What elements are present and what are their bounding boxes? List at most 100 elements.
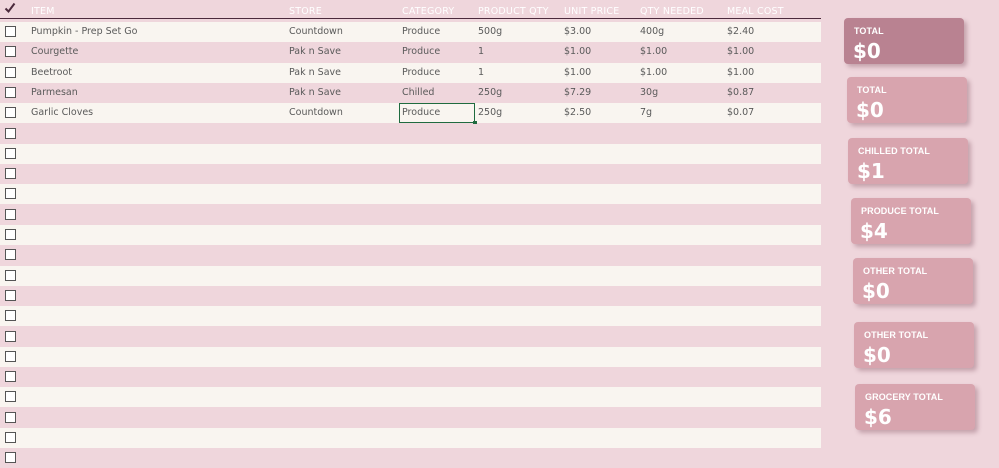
checkbox-icon[interactable] xyxy=(5,26,16,37)
summary-card-value: $0 xyxy=(863,343,891,367)
cell-item[interactable]: Beetroot xyxy=(31,67,72,78)
cell-qty-needed[interactable]: $1.00 xyxy=(640,67,667,78)
checkbox-icon[interactable] xyxy=(5,289,16,301)
summary-card: TOTAL $0 xyxy=(847,77,967,123)
column-header-meal-cost[interactable]: MEAL COST xyxy=(727,6,784,17)
cell-product-qty[interactable]: 250g xyxy=(478,87,502,98)
checkbox-icon[interactable] xyxy=(5,310,16,322)
cell-product-qty[interactable]: 1 xyxy=(478,67,484,78)
cell-unit-price[interactable]: $3.00 xyxy=(564,26,591,37)
summary-card-value: $4 xyxy=(860,219,888,243)
table-row xyxy=(0,245,821,266)
cell-unit-price[interactable]: $7.29 xyxy=(564,87,591,98)
cell-item[interactable]: Parmesan xyxy=(31,87,78,98)
table-row: Pumpkin - Prep Set Go Countdown Produce 500… xyxy=(0,22,821,42)
checkbox-icon[interactable] xyxy=(5,391,16,403)
checkbox-icon[interactable] xyxy=(5,66,16,78)
cell-item[interactable]: Courgette xyxy=(31,46,78,57)
checkbox-icon[interactable] xyxy=(5,147,16,159)
summary-card-label: CHILLED TOTAL xyxy=(858,146,930,156)
summary-card: OTHER TOTAL $0 xyxy=(854,322,974,368)
table-row xyxy=(0,387,821,408)
cell-meal-cost[interactable]: $0.87 xyxy=(727,87,754,98)
table-row xyxy=(0,225,821,245)
cell-qty-needed[interactable]: 30g xyxy=(640,87,658,98)
summary-card: TOTAL $0 xyxy=(844,18,964,64)
cell-item[interactable]: Pumpkin - Prep Set Go xyxy=(31,26,137,37)
cell-meal-cost[interactable]: $1.00 xyxy=(727,46,754,57)
column-header-item[interactable]: ITEM xyxy=(31,6,55,17)
summary-card-label: OTHER TOTAL xyxy=(864,330,929,340)
table-row xyxy=(0,428,821,448)
cell-category[interactable]: Produce xyxy=(402,26,440,37)
checkbox-icon[interactable] xyxy=(5,168,16,180)
table-row xyxy=(0,204,821,225)
table-row xyxy=(0,448,821,468)
checkbox-icon[interactable] xyxy=(5,411,16,423)
summary-card-value: $0 xyxy=(853,39,881,63)
cell-category[interactable]: Chilled xyxy=(402,87,434,98)
checkbox-icon[interactable] xyxy=(5,229,16,240)
column-header-category[interactable]: CATEGORY xyxy=(402,6,454,17)
checkbox-icon[interactable] xyxy=(5,269,16,281)
cell-unit-price[interactable]: $1.00 xyxy=(564,67,591,78)
table-row: Beetroot Pak n Save Produce 1 $1.00 $1.00 $1.0… xyxy=(0,62,821,83)
checkbox-icon[interactable] xyxy=(5,432,16,443)
table-row: Courgette Pak n Save Produce 1 $1.00 $1.00 $1.… xyxy=(0,42,821,63)
summary-card-value: $6 xyxy=(864,405,892,429)
cell-product-qty[interactable]: 500g xyxy=(478,26,502,37)
summary-card-value: $0 xyxy=(856,98,884,122)
cell-unit-price[interactable]: $2.50 xyxy=(564,107,591,118)
cell-store[interactable]: Pak n Save xyxy=(289,46,341,57)
cell-qty-needed[interactable]: $1.00 xyxy=(640,46,667,57)
cell-store[interactable]: Countdown xyxy=(289,107,343,118)
table-row: Garlic Cloves Countdown Produce 250g $2.50 7g… xyxy=(0,103,821,126)
checkbox-icon[interactable] xyxy=(5,330,16,342)
summary-card: OTHER TOTAL $0 xyxy=(853,258,973,304)
checkbox-icon[interactable] xyxy=(5,86,16,98)
checkbox-icon[interactable] xyxy=(5,371,16,383)
summary-card-label: TOTAL xyxy=(857,85,887,95)
cell-store[interactable]: Pak n Save xyxy=(289,87,341,98)
cell-store[interactable]: Countdown xyxy=(289,26,343,37)
checkbox-icon[interactable] xyxy=(5,46,16,58)
checkbox-icon[interactable] xyxy=(5,249,16,261)
cell-store[interactable]: Pak n Save xyxy=(289,67,341,78)
column-header-product-qty[interactable]: PRODUCT QTY xyxy=(478,6,549,17)
checkbox-icon[interactable] xyxy=(5,188,16,200)
cell-product-qty[interactable]: 1 xyxy=(478,46,484,57)
summary-card-label: TOTAL xyxy=(854,26,884,36)
summary-card-value: $0 xyxy=(862,279,890,303)
summary-card: CHILLED TOTAL $1 xyxy=(848,138,968,184)
cell-qty-needed[interactable]: 7g xyxy=(640,107,652,118)
cell-qty-needed[interactable]: 400g xyxy=(640,26,664,37)
grocery-table: ITEM STORE CATEGORY PRODUCT QTY UNIT PRI… xyxy=(0,0,821,468)
summary-card-label: GROCERY TOTAL xyxy=(865,392,943,402)
cell-category[interactable]: Produce xyxy=(402,46,440,57)
table-row xyxy=(0,407,821,428)
checkbox-icon[interactable] xyxy=(5,127,16,139)
cell-category[interactable]: Produce xyxy=(402,67,440,78)
summary-card-value: $1 xyxy=(857,159,885,183)
cell-meal-cost[interactable]: $0.07 xyxy=(727,107,754,118)
selected-cell-outline xyxy=(399,103,477,126)
cell-meal-cost[interactable]: $2.40 xyxy=(727,26,754,37)
cell-unit-price[interactable]: $1.00 xyxy=(564,46,591,57)
cell-product-qty[interactable]: 250g xyxy=(478,107,502,118)
checkbox-icon[interactable] xyxy=(5,452,16,464)
checkbox-icon[interactable] xyxy=(5,350,16,362)
column-header-store[interactable]: STORE xyxy=(289,6,322,17)
cell-item[interactable]: Garlic Cloves xyxy=(31,107,93,118)
column-header-qty-needed[interactable]: QTY NEEDED xyxy=(640,6,704,17)
table-row xyxy=(0,367,821,388)
table-row xyxy=(0,306,821,327)
table-row xyxy=(0,265,821,286)
checkbox-icon[interactable] xyxy=(5,107,16,119)
checkbox-icon[interactable] xyxy=(5,208,16,220)
table-row xyxy=(0,143,821,164)
column-header-unit-price[interactable]: UNIT PRICE xyxy=(564,6,619,17)
cell-meal-cost[interactable]: $1.00 xyxy=(727,67,754,78)
table-row xyxy=(0,164,821,185)
table-row xyxy=(0,184,821,205)
checkmark-icon[interactable] xyxy=(4,2,16,14)
